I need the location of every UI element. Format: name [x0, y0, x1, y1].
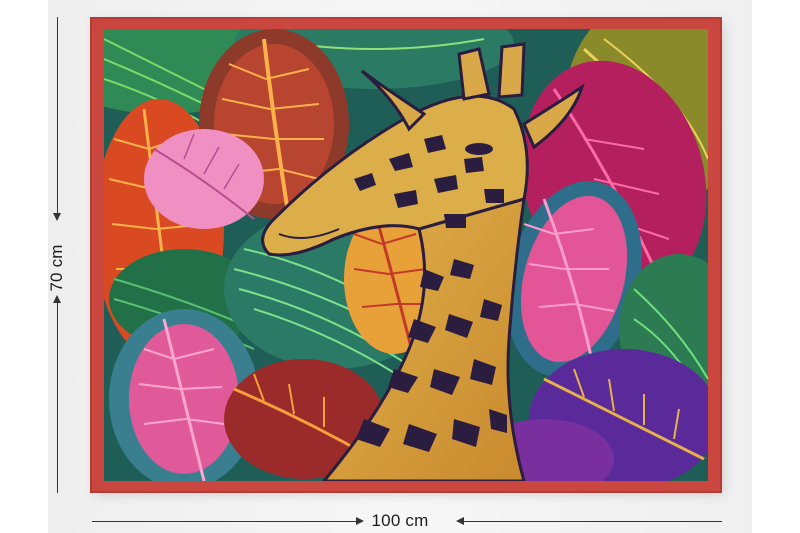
height-arrow-down-icon	[53, 213, 61, 221]
height-dimension-label: 70 cm	[47, 244, 66, 292]
height-arrow-up-icon	[53, 295, 61, 303]
giraffe-artwork	[104, 29, 708, 481]
height-dimension-line-top	[57, 17, 58, 213]
width-dimension-line-right	[464, 521, 722, 522]
width-arrow-left-icon	[456, 517, 464, 525]
height-dimension-line-bottom	[57, 303, 58, 493]
artwork-illustration	[104, 29, 708, 481]
leaf-pink-left	[144, 129, 264, 229]
